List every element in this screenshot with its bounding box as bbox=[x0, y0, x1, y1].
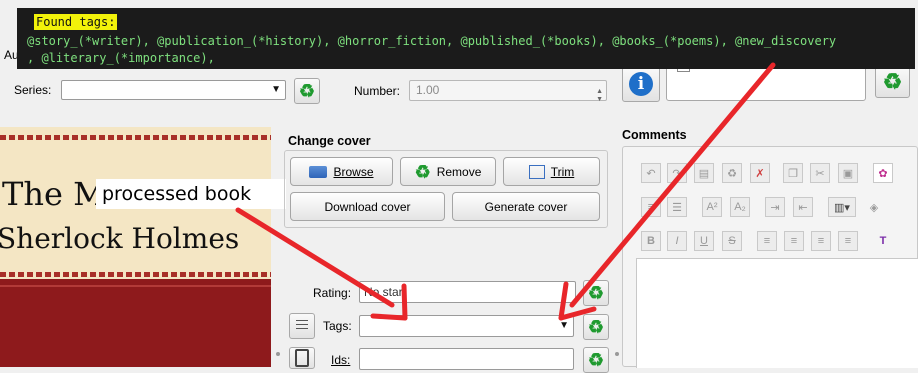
arrow-callout-to-tags bbox=[235, 207, 408, 321]
arrow-terminal-to-tags bbox=[558, 62, 776, 321]
annotation-arrows bbox=[235, 62, 776, 321]
